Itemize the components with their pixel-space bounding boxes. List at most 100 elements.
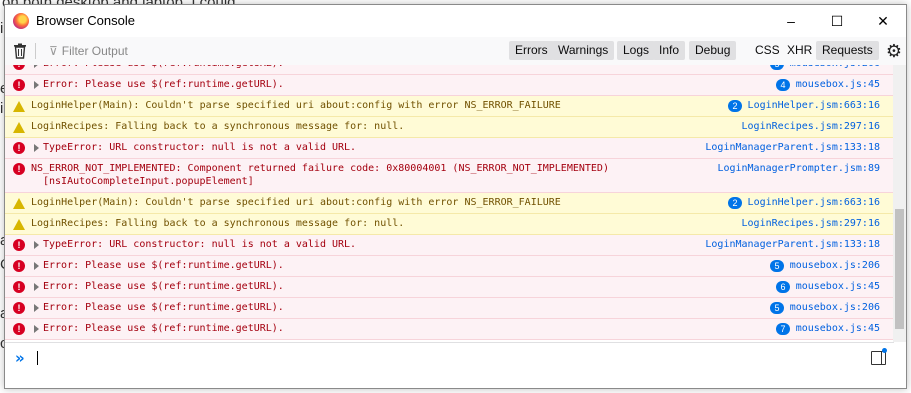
warning-icon [13, 219, 25, 230]
log-source-link[interactable]: mousebox.js:206 [790, 65, 880, 69]
log-row-warning[interactable]: LoginRecipes: Falling back to a synchron… [5, 214, 894, 235]
log-row-error[interactable]: ! Error: Please use $(ref:runtime.getURL)… [5, 298, 894, 319]
log-message: TypeError: URL constructor: null is not … [43, 142, 357, 153]
repeat-count-badge: 2 [728, 197, 742, 209]
log-row-warning[interactable]: LoginHelper(Main): Couldn't parse specif… [5, 193, 894, 214]
log-message: TypeError: URL constructor: null is not … [43, 239, 357, 250]
scrollbar[interactable] [893, 65, 906, 342]
expand-arrow-icon[interactable] [34, 262, 39, 270]
expand-arrow-icon[interactable] [34, 65, 39, 68]
warning-icon [13, 122, 25, 133]
log-message: Error: Please use $(ref:runtime.getURL). [43, 281, 284, 292]
filter-info-button[interactable]: Info [653, 41, 686, 60]
filter-xhr-button[interactable]: XHR [781, 41, 818, 60]
error-icon: ! [13, 142, 25, 154]
scrollbar-thumb[interactable] [895, 209, 904, 329]
log-message: Error: Please use $(ref:runtime.getURL). [43, 65, 284, 69]
close-button[interactable]: ✕ [860, 5, 906, 37]
log-row-error[interactable]: ! Error: Please use $(ref:runtime.getURL)… [5, 65, 894, 75]
window-title: Browser Console [36, 13, 135, 28]
warning-icon [13, 101, 25, 112]
log-message: LoginHelper(Main): Couldn't parse specif… [31, 197, 561, 208]
log-message: Error: Please use $(ref:runtime.getURL). [43, 79, 284, 90]
expand-arrow-icon[interactable] [34, 283, 39, 291]
console-output: ! Error: Please use $(ref:runtime.getURL)… [5, 65, 894, 342]
filter-icon: ⊽ [49, 44, 58, 58]
error-icon: ! [13, 281, 25, 293]
notification-dot [882, 348, 887, 353]
log-message: LoginRecipes: Falling back to a synchron… [31, 218, 405, 229]
expand-arrow-icon[interactable] [34, 144, 39, 152]
log-message: LoginRecipes: Falling back to a synchron… [31, 121, 405, 132]
log-message: NS_ERROR_NOT_IMPLEMENTED: Component retu… [31, 163, 609, 174]
log-message: Error: Please use $(ref:runtime.getURL). [43, 260, 284, 271]
log-source-link[interactable]: mousebox.js:45 [796, 323, 880, 334]
background-text-fragment: i [0, 100, 4, 117]
maximize-button[interactable]: ☐ [814, 5, 860, 37]
error-icon: ! [13, 323, 25, 335]
log-message-continued: [nsIAutoCompleteInput.popupElement] [43, 176, 254, 187]
filter-errors-button[interactable]: Errors [509, 41, 554, 60]
log-source-link[interactable]: LoginManagerPrompter.jsm:89 [717, 163, 880, 174]
log-source-link[interactable]: LoginRecipes.jsm:297:16 [742, 218, 880, 229]
error-icon: ! [13, 260, 25, 272]
expand-arrow-icon[interactable] [34, 81, 39, 89]
log-source-link[interactable]: LoginHelper.jsm:663:16 [748, 100, 880, 111]
repeat-count-badge: 7 [776, 323, 790, 335]
expand-arrow-icon[interactable] [34, 325, 39, 333]
repeat-count-badge: 5 [770, 65, 784, 70]
firefox-icon [13, 13, 29, 29]
text-caret [37, 351, 38, 365]
log-row-error[interactable]: ! Error: Please use $(ref:runtime.getURL)… [5, 277, 894, 298]
log-source-link[interactable]: mousebox.js:206 [790, 302, 880, 313]
browser-console-window: Browser Console – ☐ ✕ ⊽ Filter Output Err… [4, 4, 907, 389]
repeat-count-badge: 5 [770, 260, 784, 272]
repeat-count-badge: 4 [776, 79, 790, 91]
log-row-error[interactable]: ! Error: Please use $(ref:runtime.getURL)… [5, 75, 894, 96]
filter-placeholder: Filter Output [61, 44, 128, 58]
prompt-chevron-icon: » [15, 349, 25, 367]
filter-warnings-button[interactable]: Warnings [552, 41, 615, 60]
log-row-warning[interactable]: LoginRecipes: Falling back to a synchron… [5, 117, 894, 138]
filter-debug-button[interactable]: Debug [689, 41, 737, 60]
expand-arrow-icon[interactable] [34, 241, 39, 249]
log-row-error[interactable]: ! Error: Please use $(ref:runtime.getURL)… [5, 319, 894, 340]
console-input[interactable]: » [5, 342, 894, 389]
filter-requests-button[interactable]: Requests [816, 41, 879, 60]
log-message: LoginHelper(Main): Couldn't parse specif… [31, 100, 561, 111]
expand-arrow-icon[interactable] [34, 304, 39, 312]
log-source-link[interactable]: LoginManagerParent.jsm:133:18 [705, 142, 880, 153]
sidebar-toggle-icon[interactable] [871, 351, 886, 365]
trash-icon[interactable] [13, 43, 27, 59]
error-icon: ! [13, 302, 25, 314]
background-text-fragment: i [0, 20, 4, 37]
log-row-error[interactable]: ! NS_ERROR_NOT_IMPLEMENTED: Component ret… [5, 159, 894, 193]
gear-icon[interactable]: ⚙ [886, 41, 902, 62]
filter-input[interactable]: ⊽ Filter Output [49, 44, 128, 58]
log-row-warning[interactable]: LoginHelper(Main): Couldn't parse specif… [5, 96, 894, 117]
log-row-error[interactable]: ! TypeError: URL constructor: null is not… [5, 235, 894, 256]
log-source-link[interactable]: LoginHelper.jsm:663:16 [748, 197, 880, 208]
log-message: Error: Please use $(ref:runtime.getURL). [43, 302, 284, 313]
filter-logs-button[interactable]: Logs [617, 41, 656, 60]
log-source-link[interactable]: mousebox.js:45 [796, 79, 880, 90]
minimize-button[interactable]: – [768, 5, 814, 37]
error-icon: ! [13, 239, 25, 251]
repeat-count-badge: 6 [776, 281, 790, 293]
toolbar-separator [35, 43, 36, 59]
log-source-link[interactable]: LoginManagerParent.jsm:133:18 [705, 239, 880, 250]
error-icon: ! [13, 65, 25, 70]
warning-icon [13, 198, 25, 209]
title-bar[interactable]: Browser Console – ☐ ✕ [5, 5, 906, 37]
log-source-link[interactable]: mousebox.js:206 [790, 260, 880, 271]
repeat-count-badge: 5 [770, 302, 784, 314]
error-icon: ! [13, 163, 25, 175]
log-row-error[interactable]: ! TypeError: URL constructor: null is not… [5, 138, 894, 159]
log-source-link[interactable]: LoginRecipes.jsm:297:16 [742, 121, 880, 132]
log-row-error[interactable]: ! Error: Please use $(ref:runtime.getURL)… [5, 256, 894, 277]
repeat-count-badge: 2 [728, 100, 742, 112]
log-message: Error: Please use $(ref:runtime.getURL). [43, 323, 284, 334]
log-source-link[interactable]: mousebox.js:45 [796, 281, 880, 292]
error-icon: ! [13, 79, 25, 91]
console-toolbar: ⊽ Filter Output Errors Warnings Logs Info… [5, 37, 906, 66]
